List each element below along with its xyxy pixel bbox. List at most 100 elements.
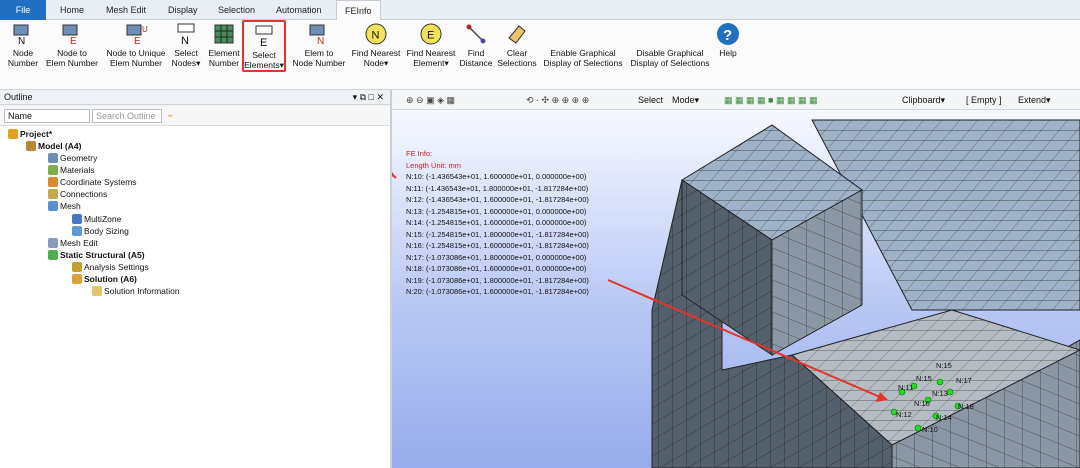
eraser-icon xyxy=(508,25,526,44)
node-label: N:15 xyxy=(936,361,952,370)
fe-info-line: N:15: (-1.254815e+01, 1.800000e+01, -1.8… xyxy=(406,229,589,239)
element-number-icon xyxy=(214,24,234,44)
fe-info-unit: Length Unit: mm xyxy=(406,160,462,170)
mesh-node[interactable] xyxy=(914,424,922,432)
model-icon xyxy=(26,141,36,151)
select-nodes-button[interactable]: N Select Nodes▾ xyxy=(170,22,202,68)
body-sizing-icon xyxy=(72,226,82,236)
coordinate-systems-icon xyxy=(48,177,58,187)
clipboard-dropdown[interactable]: Clipboard▾ xyxy=(902,94,945,106)
menu-automation[interactable]: Automation xyxy=(268,0,330,20)
menu-feinfo[interactable]: FEInfo xyxy=(336,0,381,20)
select-elements-button[interactable]: E Select Elements▾ xyxy=(242,20,286,72)
node-label: N:16 xyxy=(914,399,930,408)
outline-header: Outline ▾ ⧉ □ ✕ xyxy=(0,90,390,105)
tree-node-project[interactable]: Project* xyxy=(8,128,52,140)
tree-node-mesh-edit[interactable]: Mesh Edit xyxy=(48,237,98,249)
mesh-node[interactable] xyxy=(946,388,954,396)
tree-node-model[interactable]: Model (A4) xyxy=(26,140,81,152)
tree-node-geometry[interactable]: Geometry xyxy=(48,152,97,164)
node-to-unique-button[interactable]: EU Node to Unique Elem Number xyxy=(104,22,168,68)
select-label[interactable]: Select xyxy=(638,94,663,106)
tree-node-multizone[interactable]: MultiZone xyxy=(72,213,121,225)
tree-node-body-sizing[interactable]: Body Sizing xyxy=(72,225,129,237)
clear-selections-button[interactable]: Clear Selections xyxy=(496,22,538,68)
find-nearest-element-button[interactable]: E Find Nearest Element▾ xyxy=(404,22,458,68)
fe-info-panel: FE Info: Length Unit: mm N:10: (-1.43654… xyxy=(406,148,589,298)
extend-dropdown[interactable]: Extend▾ xyxy=(1018,94,1051,106)
svg-text:N: N xyxy=(317,36,324,46)
node-label: N:13 xyxy=(932,389,948,398)
connections-icon xyxy=(48,189,58,199)
tree-node-static-structural[interactable]: Static Structural (A5) xyxy=(48,249,145,261)
svg-text:?: ? xyxy=(723,27,732,44)
svg-text:N: N xyxy=(372,30,380,42)
svg-text:E: E xyxy=(427,30,434,42)
select-elements-icon: E xyxy=(255,25,273,48)
mesh-edit-icon xyxy=(48,238,58,248)
fe-info-line: N:12: (-1.436543e+01, 1.600000e+01, -1.8… xyxy=(406,195,589,204)
menu-selection[interactable]: Selection xyxy=(210,0,263,20)
svg-text:U: U xyxy=(142,25,148,34)
node-label: N:12 xyxy=(896,410,912,419)
fe-info-line: N:17: (-1.073086e+01, 1.800000e+01, 0.00… xyxy=(406,252,587,262)
node-label: N:17 xyxy=(956,376,972,385)
elem-to-node-icon: N xyxy=(309,24,325,46)
find-nearest-node-icon: N xyxy=(365,23,387,45)
fe-info-line: N:10: (-1.436543e+01, 1.600000e+01, 0.00… xyxy=(406,172,587,181)
find-distance-button[interactable]: Find Distance xyxy=(458,22,494,68)
multizone-icon xyxy=(72,214,82,224)
tree-node-materials[interactable]: Materials xyxy=(48,164,94,176)
tree-node-solution-information[interactable]: Solution Information xyxy=(92,285,180,297)
menu-home[interactable]: Home xyxy=(52,0,92,20)
fe-info-title: FE Info: xyxy=(406,149,433,158)
tree-node-mesh[interactable]: Mesh xyxy=(48,200,81,212)
filter-chevron-icon[interactable]: ⌄ xyxy=(166,109,174,120)
node-label: N:11 xyxy=(898,383,914,392)
tree-node-solution[interactable]: Solution (A6) xyxy=(72,273,137,285)
elem-to-node-button[interactable]: N Elem to Node Number xyxy=(290,22,348,68)
static-structural-icon xyxy=(48,250,58,260)
fe-info-line: N:19: (-1.073086e+01, 1.800000e+01, -1.8… xyxy=(406,275,589,285)
outline-tree: Project* Model (A4) Geometry Materials C… xyxy=(0,126,390,468)
node-to-unique-icon: EU xyxy=(126,24,148,46)
find-distance-icon xyxy=(466,24,486,44)
rotate-icon[interactable]: ⟲ · ✣ ⊕ ⊕ ⊕ ⊕ xyxy=(526,94,589,106)
svg-text:N: N xyxy=(18,36,25,46)
node-number-button[interactable]: N Node Number xyxy=(6,22,40,68)
find-nearest-node-button[interactable]: N Find Nearest Node▾ xyxy=(350,22,402,68)
graphics-viewport[interactable]: FE Info: Length Unit: mm N:10: (-1.43654… xyxy=(392,110,1080,468)
tree-node-connections[interactable]: Connections xyxy=(48,188,107,200)
view-toolbar: ⊕ ⊖ ▣ ◈ ▦ ⟲ · ✣ ⊕ ⊕ ⊕ ⊕ Select Mode▾ ▦ ▦… xyxy=(392,90,1080,110)
outline-search-input[interactable]: Search Outline xyxy=(92,109,162,123)
materials-icon xyxy=(48,165,58,175)
help-icon: ? xyxy=(717,23,739,45)
zoom-fit-icon[interactable]: ⊕ ⊖ ▣ ◈ ▦ xyxy=(406,94,455,106)
mode-dropdown[interactable]: Mode▾ xyxy=(672,94,699,106)
analysis-settings-icon xyxy=(72,262,82,272)
tree-node-coordinate-systems[interactable]: Coordinate Systems xyxy=(48,176,137,188)
node-number-icon: N xyxy=(13,24,29,46)
disable-graphical-button[interactable]: Disable Graphical Display of Selections xyxy=(628,22,712,68)
element-number-button[interactable]: Element Number xyxy=(206,22,242,68)
node-label: N:10 xyxy=(922,425,938,434)
help-button[interactable]: ? Help xyxy=(714,22,742,58)
menu-display[interactable]: Display xyxy=(160,0,206,20)
tree-node-analysis-settings[interactable]: Analysis Settings xyxy=(72,261,149,273)
fe-info-line: N:18: (-1.073086e+01, 1.600000e+01, 0.00… xyxy=(406,264,587,273)
outline-filter-select[interactable]: Name xyxy=(4,109,90,123)
fe-info-line: N:16: (-1.254815e+01, 1.600000e+01, -1.8… xyxy=(406,241,589,250)
node-to-elem-button[interactable]: E Node to Elem Number xyxy=(44,22,100,68)
find-nearest-element-icon: E xyxy=(420,23,442,45)
ribbon: N Node Number E Node to Elem Number EU N… xyxy=(0,20,1080,90)
enable-graphical-button[interactable]: Enable Graphical Display of Selections xyxy=(542,22,624,68)
svg-text:E: E xyxy=(260,37,267,48)
selection-filters-icon[interactable]: ▦ ▦ ▦ ▦ ■ ▦ ▦ ▦ ▦ xyxy=(724,94,817,106)
outline-window-controls[interactable]: ▾ ⧉ □ ✕ xyxy=(353,90,384,105)
select-nodes-icon: N xyxy=(177,23,195,46)
empty-indicator: [ Empty ] xyxy=(966,95,1002,105)
mesh-node[interactable] xyxy=(936,378,944,386)
menu-file[interactable]: File xyxy=(0,0,46,20)
menu-mesh-edit[interactable]: Mesh Edit xyxy=(98,0,154,20)
svg-text:N: N xyxy=(181,35,189,46)
